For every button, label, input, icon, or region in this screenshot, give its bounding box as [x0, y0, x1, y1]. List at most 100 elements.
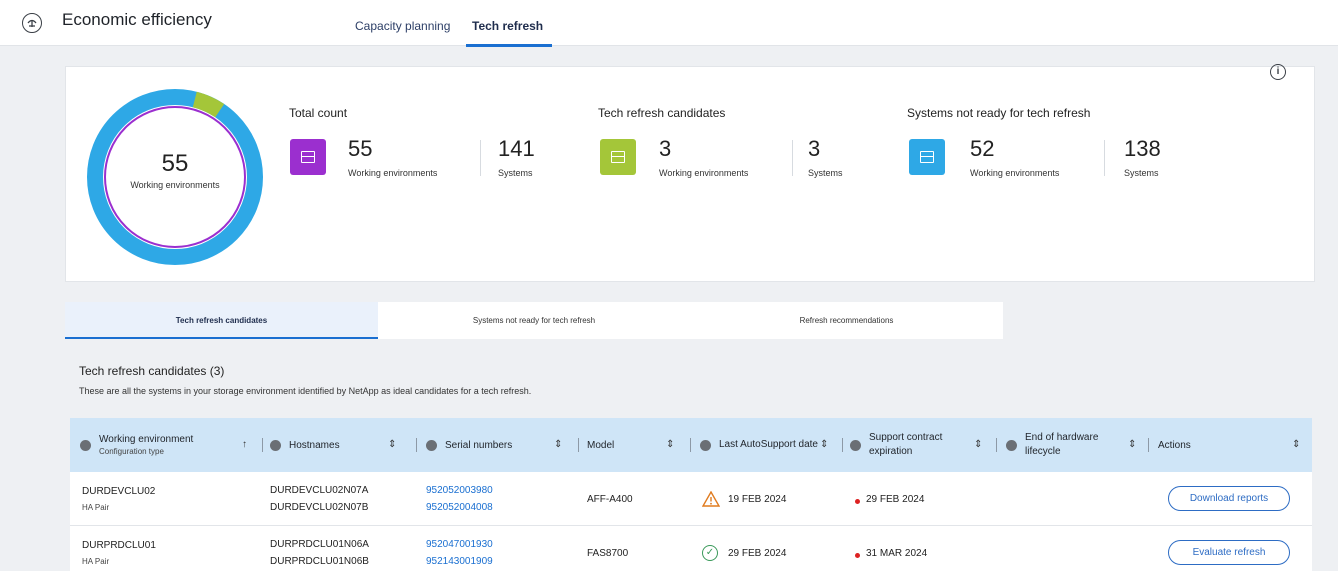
- col-model[interactable]: Model: [587, 418, 614, 472]
- row-serial-link[interactable]: 952052003980: [426, 485, 493, 496]
- donut-label: Working environments: [130, 180, 220, 190]
- col-support-contract[interactable]: Support contract expiration: [850, 418, 962, 472]
- active-tab-indicator: [466, 44, 552, 47]
- row-model: AFF-A400: [587, 494, 633, 505]
- stat-total-sys-value: 141: [498, 136, 535, 161]
- app-logo-icon[interactable]: [22, 13, 42, 33]
- column-divider: [690, 438, 691, 452]
- stat-candidates-we-label: Working environments: [659, 168, 749, 178]
- col-actions-label: Actions: [1158, 439, 1191, 451]
- col-last-autosupport[interactable]: Last AutoSupport date: [700, 418, 820, 472]
- info-icon[interactable]: [700, 439, 711, 451]
- row-support-contract: 31 MAR 2024: [866, 548, 928, 559]
- info-icon[interactable]: [1006, 439, 1017, 451]
- donut-value: 55: [161, 150, 189, 177]
- subtab-systems-not-ready[interactable]: Systems not ready for tech refresh: [378, 302, 690, 339]
- stat-title-total: Total count: [289, 106, 348, 120]
- row-configuration-type: HA Pair: [82, 503, 110, 512]
- sub-tab-bar: Tech refresh candidates Systems not read…: [65, 302, 1003, 339]
- row-last-autosupport: 19 FEB 2024: [728, 494, 787, 505]
- sort-icon[interactable]: ⇕: [666, 418, 674, 472]
- row-hostname: DURDEVCLU02N07B: [270, 502, 369, 513]
- col-working-environment[interactable]: Working environment Configuration type: [80, 418, 193, 472]
- row-working-environment: DURDEVCLU02: [82, 486, 156, 497]
- stat-total-we-label: Working environments: [348, 168, 438, 178]
- server-icon: [290, 139, 326, 175]
- sort-icon[interactable]: ⇕: [554, 418, 562, 472]
- row-serial-link[interactable]: 952047001930: [426, 539, 493, 550]
- row-serial-link[interactable]: 952052004008: [426, 502, 493, 513]
- tab-tech-refresh[interactable]: Tech refresh: [472, 19, 543, 33]
- table-row: DURDEVCLU02 HA Pair DURDEVCLU02N07A DURD…: [70, 472, 1312, 526]
- info-icon[interactable]: [850, 439, 861, 451]
- evaluate-refresh-button[interactable]: Evaluate refresh: [1168, 540, 1290, 565]
- sort-icon[interactable]: ⇕: [820, 418, 828, 472]
- col-actions: Actions: [1158, 418, 1191, 472]
- row-support-contract: 29 FEB 2024: [866, 494, 925, 505]
- col-working-environment-label: Working environment: [99, 434, 194, 445]
- app-title: Economic efficiency: [62, 10, 212, 29]
- col-hostnames[interactable]: Hostnames: [270, 418, 340, 472]
- check-circle-icon: ✓: [702, 545, 718, 561]
- download-reports-button[interactable]: Download reports: [1168, 486, 1290, 511]
- row-hostname: DURPRDCLU01N06B: [270, 556, 369, 567]
- row-model: FAS8700: [587, 548, 629, 559]
- info-icon[interactable]: i: [1270, 64, 1286, 80]
- col-end-of-hardware-label: End of hardware lifecycle: [1025, 432, 1099, 457]
- sort-icon[interactable]: ⇕: [1292, 418, 1300, 472]
- info-icon[interactable]: [80, 439, 91, 451]
- column-divider: [262, 438, 263, 452]
- stat-total-we-value: 55: [348, 136, 373, 161]
- info-icon[interactable]: [270, 439, 281, 451]
- stat-title-candidates: Tech refresh candidates: [598, 106, 726, 120]
- col-model-label: Model: [587, 439, 615, 451]
- stat-not-ready-sys-value: 138: [1124, 136, 1161, 161]
- row-hostname: DURPRDCLU01N06A: [270, 539, 369, 550]
- col-last-autosupport-label: Last AutoSupport date: [719, 439, 818, 450]
- stat-title-not-ready: Systems not ready for tech refresh: [907, 106, 1091, 120]
- column-divider: [578, 438, 579, 452]
- col-hostnames-label: Hostnames: [289, 439, 340, 451]
- column-divider: [1148, 438, 1149, 452]
- column-divider: [842, 438, 843, 452]
- info-icon[interactable]: [426, 439, 437, 451]
- subtab-tech-refresh-candidates[interactable]: Tech refresh candidates: [65, 302, 378, 339]
- table-header: Working environment Configuration type ↑…: [70, 418, 1312, 472]
- server-icon: [600, 139, 636, 175]
- row-hostname: DURDEVCLU02N07A: [270, 485, 369, 496]
- col-configuration-type-label: Configuration type: [99, 447, 164, 456]
- row-last-autosupport: 29 FEB 2024: [728, 548, 787, 559]
- col-serial-numbers[interactable]: Serial numbers: [426, 418, 512, 472]
- stat-total-sys-label: Systems: [498, 168, 533, 178]
- row-configuration-type: HA Pair: [82, 557, 110, 566]
- status-dot-red: [855, 553, 860, 558]
- section-title: Tech refresh candidates (3): [79, 364, 225, 378]
- top-bar: Economic efficiency Capacity planning Te…: [0, 0, 1338, 47]
- warning-icon: [702, 491, 720, 507]
- table-row: DURPRDCLU01 HA Pair DURPRDCLU01N06A DURP…: [70, 526, 1312, 571]
- sort-icon[interactable]: ⇕: [388, 418, 396, 472]
- row-working-environment: DURPRDCLU01: [82, 540, 156, 551]
- subtab-refresh-recommendations[interactable]: Refresh recommendations: [690, 302, 1003, 339]
- stat-not-ready-we-value: 52: [970, 136, 995, 161]
- divider: [480, 140, 481, 176]
- stat-not-ready-sys-label: Systems: [1124, 168, 1159, 178]
- sort-icon[interactable]: ⇕: [1128, 418, 1136, 472]
- status-dot-red: [855, 499, 860, 504]
- col-serial-numbers-label: Serial numbers: [445, 439, 513, 451]
- section-description: These are all the systems in your storag…: [79, 386, 532, 396]
- server-icon: [909, 139, 945, 175]
- divider: [792, 140, 793, 176]
- sort-ascending-icon[interactable]: ↑: [242, 418, 247, 472]
- col-support-contract-label: Support contract expiration: [869, 432, 943, 457]
- stat-candidates-sys-value: 3: [808, 136, 821, 161]
- stat-not-ready-we-label: Working environments: [970, 168, 1060, 178]
- column-divider: [416, 438, 417, 452]
- column-divider: [996, 438, 997, 452]
- tab-capacity-planning[interactable]: Capacity planning: [355, 19, 450, 33]
- sort-icon[interactable]: ⇕: [974, 418, 982, 472]
- col-end-of-hardware[interactable]: End of hardware lifecycle: [1006, 418, 1114, 472]
- row-serial-link[interactable]: 952143001909: [426, 556, 493, 567]
- divider: [1104, 140, 1105, 176]
- stat-candidates-we-value: 3: [659, 136, 672, 161]
